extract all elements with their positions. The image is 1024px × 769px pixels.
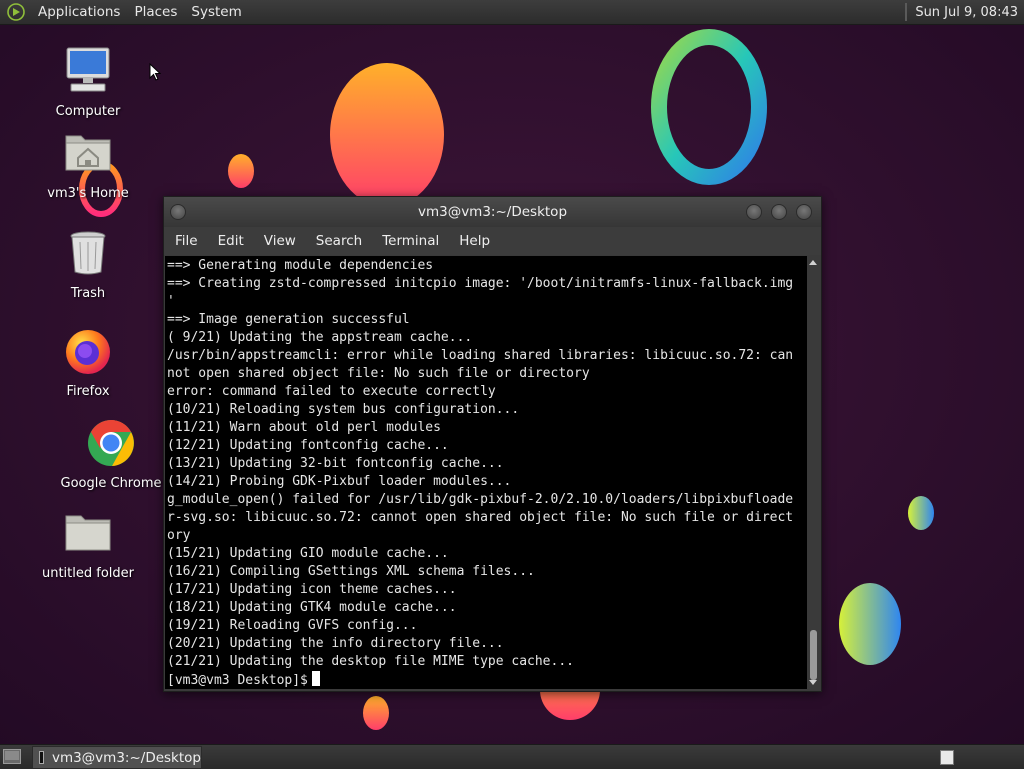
desktop-icon-label: untitled folder bbox=[41, 566, 134, 581]
terminal-line: (12/21) Updating fontconfig cache... bbox=[167, 438, 449, 453]
terminal-line: /usr/bin/appstreamcli: error while loadi… bbox=[167, 348, 794, 363]
text-cursor bbox=[311, 671, 320, 686]
desktop-icon-home[interactable]: vm3's Home bbox=[33, 128, 143, 201]
terminal-line: (10/21) Reloading system bus configurati… bbox=[167, 402, 520, 417]
terminal-window[interactable]: vm3@vm3:~/Desktop File Edit View Search … bbox=[163, 196, 822, 692]
clock[interactable]: Sun Jul 9, 08:43 bbox=[915, 5, 1024, 20]
home-folder-icon bbox=[65, 135, 111, 171]
desktop-icon-firefox[interactable]: Firefox bbox=[33, 326, 143, 399]
panel-separator bbox=[905, 3, 908, 21]
terminal-line: ==> Image generation successful bbox=[167, 312, 410, 327]
terminal-line: (11/21) Warn about old perl modules bbox=[167, 420, 441, 435]
bottom-panel: vm3@vm3:~/Desktop bbox=[0, 744, 1024, 769]
terminal-title: vm3@vm3:~/Desktop bbox=[417, 204, 568, 220]
terminal-line: (19/21) Reloading GVFS config... bbox=[167, 618, 418, 633]
terminal-scrollbar[interactable] bbox=[807, 256, 820, 689]
terminal-line: (21/21) Updating the desktop file MIME t… bbox=[167, 654, 574, 669]
close-button[interactable] bbox=[796, 204, 812, 220]
terminal-line: (17/21) Updating icon theme caches... bbox=[167, 582, 457, 597]
minimize-button[interactable] bbox=[746, 204, 762, 220]
system-menu[interactable]: System bbox=[184, 0, 248, 24]
terminal-menubar: File Edit View Search Terminal Help bbox=[164, 227, 821, 255]
terminal-line: not open shared object file: No such fil… bbox=[167, 366, 590, 381]
terminal-line: (20/21) Updating the info directory file… bbox=[167, 636, 504, 651]
taskbar-button-terminal[interactable]: vm3@vm3:~/Desktop bbox=[32, 746, 202, 769]
terminal-line: ==> Generating module dependencies bbox=[167, 258, 434, 273]
clock-area: Sun Jul 9, 08:43 bbox=[905, 0, 1024, 24]
terminal-titlebar[interactable]: vm3@vm3:~/Desktop bbox=[164, 197, 821, 227]
terminal-line: (15/21) Updating GIO module cache... bbox=[167, 546, 449, 561]
folder-icon bbox=[65, 515, 111, 551]
terminal-line: ' bbox=[167, 294, 175, 309]
chrome-icon bbox=[88, 420, 134, 466]
terminal-line: (14/21) Probing GDK-Pixbuf loader module… bbox=[167, 474, 512, 489]
mouse-pointer-icon bbox=[149, 63, 161, 81]
terminal-line: (13/21) Updating 32-bit fontconfig cache… bbox=[167, 456, 504, 471]
desktop-icon-trash[interactable]: Trash bbox=[33, 228, 143, 301]
desktop-icon-label: Computer bbox=[55, 104, 121, 119]
terminal-line: error: command failed to execute correct… bbox=[167, 384, 496, 399]
terminal-menu[interactable]: Terminal bbox=[371, 227, 448, 255]
search-menu[interactable]: Search bbox=[305, 227, 371, 255]
terminal-line: (18/21) Updating GTK4 module cache... bbox=[167, 600, 457, 615]
desktop-icon-label: Firefox bbox=[66, 384, 110, 399]
top-panel: Applications Places System Sun Jul 9, 08… bbox=[0, 0, 1024, 25]
scroll-up-arrow-icon[interactable] bbox=[809, 260, 817, 265]
terminal-line: r-svg.so: libicuuc.so.72: cannot open sh… bbox=[167, 510, 794, 525]
computer-icon bbox=[66, 47, 110, 92]
terminal-output-text: ==> Generating module dependencies ==> C… bbox=[165, 256, 807, 671]
firefox-icon bbox=[66, 330, 110, 374]
terminal-line: ( 9/21) Updating the appstream cache... bbox=[167, 330, 473, 345]
desktop-icon-chrome[interactable]: Google Chrome bbox=[56, 418, 166, 491]
desktop-icon-computer[interactable]: Computer bbox=[33, 46, 143, 119]
terminal-output[interactable]: ==> Generating module dependencies ==> C… bbox=[165, 256, 807, 689]
show-desktop-icon[interactable] bbox=[3, 749, 21, 764]
terminal-prompt: [vm3@vm3 Desktop]$ bbox=[167, 673, 308, 688]
workspace-switcher[interactable] bbox=[940, 750, 954, 765]
desktop-icon-label: vm3's Home bbox=[47, 186, 129, 201]
distro-logo-icon[interactable] bbox=[7, 3, 25, 21]
terminal-line: g_module_open() failed for /usr/lib/gdk-… bbox=[167, 492, 794, 507]
desktop-icon-label: Google Chrome bbox=[60, 476, 162, 491]
terminal-line: ==> Creating zstd-compressed initcpio im… bbox=[167, 276, 794, 291]
taskbar-button-label: vm3@vm3:~/Desktop bbox=[51, 749, 201, 766]
scroll-down-arrow-icon[interactable] bbox=[809, 680, 817, 685]
view-menu[interactable]: View bbox=[253, 227, 305, 255]
applications-menu[interactable]: Applications bbox=[31, 0, 127, 24]
terminal-icon bbox=[39, 751, 44, 764]
maximize-button[interactable] bbox=[771, 204, 787, 220]
terminal-prompt-line[interactable]: [vm3@vm3 Desktop]$ bbox=[165, 671, 807, 689]
desktop-icon-untitled-folder[interactable]: untitled folder bbox=[33, 508, 143, 581]
desktop-icon-label: Trash bbox=[70, 286, 106, 301]
terminal-line: (16/21) Compiling GSettings XML schema f… bbox=[167, 564, 535, 579]
file-menu[interactable]: File bbox=[164, 227, 207, 255]
places-menu[interactable]: Places bbox=[127, 0, 184, 24]
help-menu[interactable]: Help bbox=[448, 227, 499, 255]
scrollbar-thumb[interactable] bbox=[810, 630, 817, 680]
terminal-line: ory bbox=[167, 528, 191, 543]
edit-menu[interactable]: Edit bbox=[207, 227, 253, 255]
trash-icon bbox=[70, 231, 106, 275]
